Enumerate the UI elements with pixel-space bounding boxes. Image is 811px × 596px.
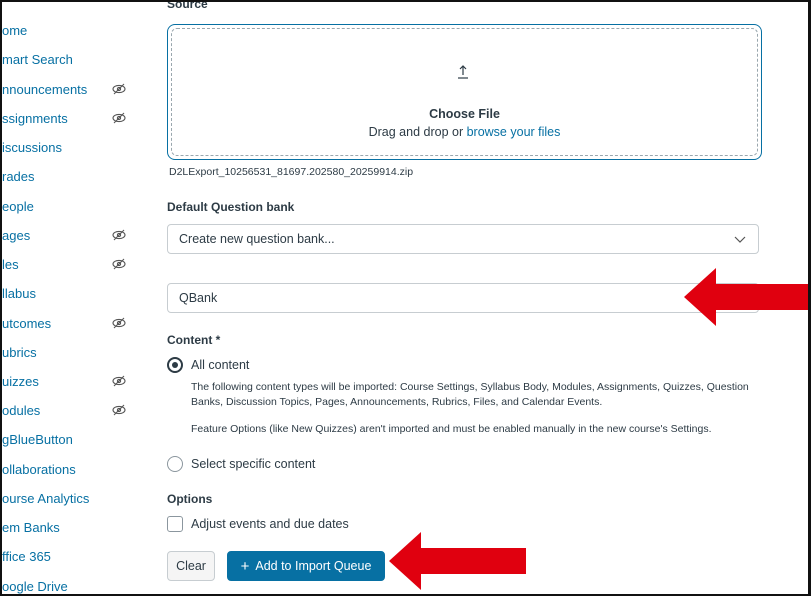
nav-item-outcomes[interactable]: utcomes xyxy=(2,312,51,334)
nav-item-label: utcomes xyxy=(2,315,52,331)
question-bank-label: Default Question bank xyxy=(167,200,295,214)
nav-item-google-drive[interactable]: oogle Drive xyxy=(2,575,68,594)
eye-slash-icon xyxy=(112,317,126,329)
eye-slash-icon xyxy=(112,83,126,95)
nav-item-label: ages xyxy=(2,227,31,243)
eye-slash-icon xyxy=(112,258,126,270)
select-specific-content-label: Select specific content xyxy=(191,457,316,471)
drag-drop-label: Drag and drop or xyxy=(368,125,467,139)
selected-filename: D2LExport_10256531_81697.202580_20259914… xyxy=(169,166,414,178)
nav-item-office-365[interactable]: ffice 365 xyxy=(2,545,51,567)
nav-item-quizzes[interactable]: uizzes xyxy=(2,370,39,392)
all-content-label: All content xyxy=(191,358,250,372)
nav-item-label: ubrics xyxy=(2,344,37,360)
annotation-arrow-left-icon xyxy=(684,268,808,326)
drag-drop-text: Drag and drop or browse your files xyxy=(168,125,761,139)
nav-item-label: uizzes xyxy=(2,373,39,389)
nav-item-label: em Banks xyxy=(2,519,60,535)
nav-item-bigbluebutton[interactable]: gBlueButton xyxy=(2,428,73,450)
nav-item-assignments[interactable]: ssignments xyxy=(2,107,68,129)
nav-item-rubrics[interactable]: ubrics xyxy=(2,341,37,363)
question-bank-name-input[interactable]: QBank xyxy=(167,283,759,313)
nav-item-label: eople xyxy=(2,198,34,214)
eye-slash-icon xyxy=(112,112,126,124)
eye-slash-icon xyxy=(112,229,126,241)
feature-options-note: Feature Options (like New Quizzes) aren'… xyxy=(191,423,712,435)
plus-icon: + xyxy=(240,557,250,575)
nav-item-label: mart Search xyxy=(2,51,73,67)
nav-item-syllabus[interactable]: llabus xyxy=(2,282,36,304)
nav-item-label: ssignments xyxy=(2,110,68,126)
upload-icon xyxy=(458,65,468,79)
options-label: Options xyxy=(167,492,213,506)
question-bank-selected-value: Create new question bank... xyxy=(179,232,335,246)
content-label: Content * xyxy=(167,333,221,347)
nav-item-discussions[interactable]: iscussions xyxy=(2,136,62,158)
file-dropzone[interactable]: Choose File Drag and drop or browse your… xyxy=(167,24,762,160)
all-content-description: The following content types will be impo… xyxy=(191,381,749,408)
eye-slash-icon xyxy=(112,404,126,416)
adjust-dates-label: Adjust events and due dates xyxy=(191,517,349,531)
nav-item-course-analytics[interactable]: ourse Analytics xyxy=(2,487,89,509)
nav-item-label: les xyxy=(2,256,19,272)
nav-item-label: ffice 365 xyxy=(2,548,51,564)
browse-files-link[interactable]: browse your files xyxy=(467,125,561,139)
nav-item-home[interactable]: ome xyxy=(2,19,27,41)
nav-item-grades[interactable]: rades xyxy=(2,165,35,187)
nav-item-announcements[interactable]: nnouncements xyxy=(2,78,87,100)
nav-item-item-banks[interactable]: em Banks xyxy=(2,516,60,538)
select-specific-content-radio[interactable] xyxy=(167,456,183,472)
nav-item-label: iscussions xyxy=(2,139,62,155)
nav-item-label: ollaborations xyxy=(2,461,76,477)
all-content-radio[interactable] xyxy=(167,357,183,373)
nav-item-pages[interactable]: ages xyxy=(2,224,30,246)
nav-item-label: nnouncements xyxy=(2,81,88,97)
adjust-dates-checkbox[interactable] xyxy=(167,516,183,532)
nav-item-label: rades xyxy=(2,168,35,184)
nav-item-label: ome xyxy=(2,22,28,38)
eye-slash-icon xyxy=(112,375,126,387)
nav-item-label: oogle Drive xyxy=(2,578,68,594)
nav-item-modules[interactable]: odules xyxy=(2,399,40,421)
nav-item-smart-search[interactable]: mart Search xyxy=(2,48,73,70)
choose-file-heading: Choose File xyxy=(429,107,500,121)
nav-item-label: gBlueButton xyxy=(2,431,73,447)
question-bank-select[interactable]: Create new question bank... xyxy=(167,224,759,254)
chevron-down-icon xyxy=(734,236,746,243)
nav-item-files[interactable]: les xyxy=(2,253,19,275)
add-to-import-queue-button[interactable]: + Add to Import Queue xyxy=(227,551,385,581)
annotation-arrow-left-icon xyxy=(389,532,526,590)
add-to-import-queue-label: Add to Import Queue xyxy=(255,559,372,573)
nav-item-collaborations[interactable]: ollaborations xyxy=(2,458,76,480)
course-navigation: ome mart Search nnouncements ssignments … xyxy=(2,2,152,594)
source-label: Source xyxy=(167,0,208,11)
clear-button[interactable]: Clear xyxy=(167,551,215,581)
import-content-form: Source Choose File Drag and drop or brow… xyxy=(167,0,767,594)
nav-item-label: ourse Analytics xyxy=(2,490,90,506)
nav-item-label: odules xyxy=(2,402,41,418)
nav-item-label: llabus xyxy=(2,285,36,301)
screenshot-frame: ome mart Search nnouncements ssignments … xyxy=(0,0,811,596)
nav-item-people[interactable]: eople xyxy=(2,195,34,217)
